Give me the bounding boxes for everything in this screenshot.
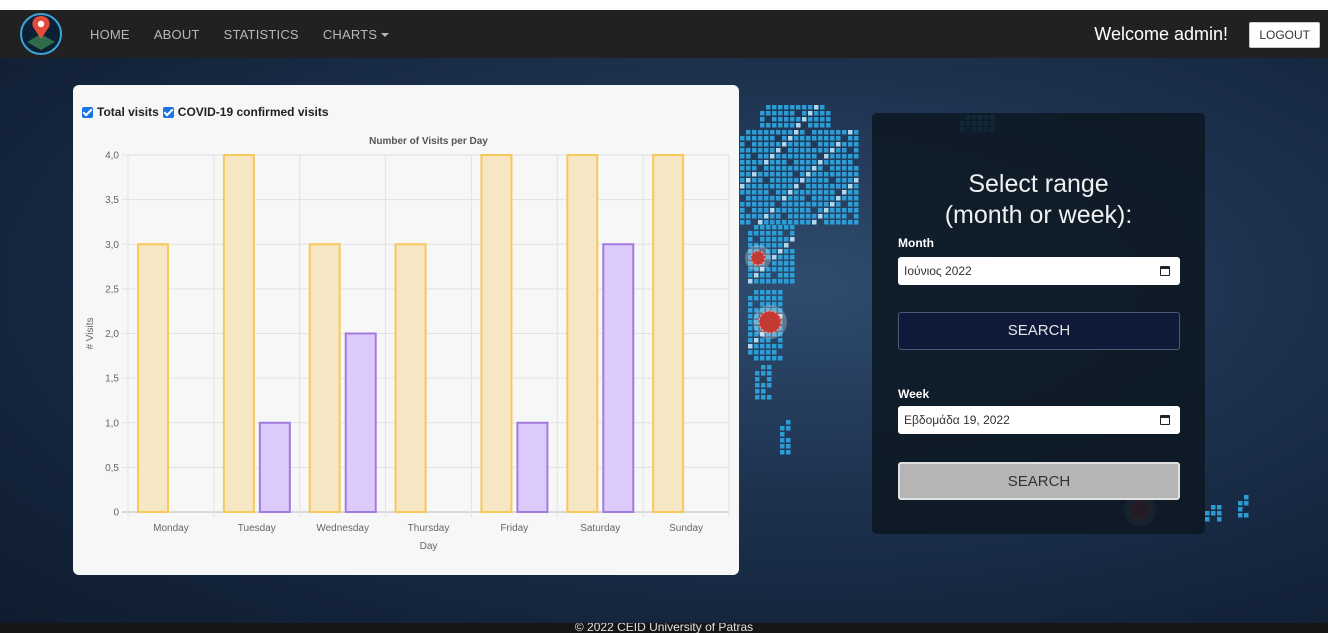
- bar-total[interactable]: [308, 243, 341, 513]
- bar-total[interactable]: [652, 154, 685, 513]
- y-tick-label: 4,0: [105, 151, 119, 162]
- calendar-icon[interactable]: [1160, 415, 1170, 425]
- y-tick-label: 1,0: [105, 418, 119, 429]
- bar-total[interactable]: [394, 243, 427, 513]
- x-tick-label: Wednesday: [316, 523, 369, 534]
- calendar-icon[interactable]: [1160, 266, 1170, 276]
- y-tick-label: 2,5: [105, 284, 119, 295]
- x-tick-label: Monday: [153, 523, 189, 534]
- virus-icon: [758, 310, 782, 334]
- bar-total[interactable]: [566, 154, 599, 513]
- y-tick-label: 3,0: [105, 240, 119, 251]
- x-tick-label: Tuesday: [238, 523, 276, 534]
- footer: © 2022 CEID University of Patras: [0, 623, 1328, 633]
- week-label: Week: [898, 387, 930, 401]
- chart-title: Number of Visits per Day: [369, 136, 488, 147]
- app-logo[interactable]: [19, 12, 63, 56]
- logout-button[interactable]: LOGOUT: [1249, 22, 1320, 48]
- welcome-message: Welcome admin!: [1094, 24, 1228, 44]
- navbar: HOME ABOUT STATISTICS CHARTS Welcome adm…: [0, 0, 1328, 58]
- bar-total[interactable]: [137, 243, 169, 513]
- week-value: Εβδομάδα 19, 2022: [904, 413, 1010, 427]
- bar-covid[interactable]: [602, 243, 635, 513]
- week-search-button[interactable]: SEARCH: [898, 462, 1180, 500]
- nav-charts-dropdown[interactable]: CHARTS: [322, 26, 390, 42]
- month-search-button[interactable]: SEARCH: [898, 312, 1180, 350]
- range-title: Select range (month or week):: [872, 169, 1205, 231]
- month-label: Month: [898, 236, 934, 250]
- bar-total[interactable]: [480, 154, 513, 513]
- x-tick-label: Friday: [500, 523, 528, 534]
- x-tick-label: Thursday: [408, 523, 450, 534]
- caret-down-icon: [381, 33, 390, 38]
- x-tick-label: Saturday: [580, 523, 620, 534]
- chart-card: Total visits COVID-19 confirmed visits N…: [73, 85, 739, 575]
- nav-about[interactable]: ABOUT: [154, 27, 200, 42]
- y-tick-label: 3,5: [105, 195, 119, 206]
- range-title-line2: (month or week):: [944, 201, 1133, 229]
- week-input[interactable]: Εβδομάδα 19, 2022: [898, 406, 1180, 434]
- y-axis-label: # Visits: [85, 317, 96, 349]
- range-panel: Select range (month or week): Month Ιούν…: [872, 113, 1205, 534]
- bar-covid[interactable]: [516, 421, 549, 513]
- footer-text: © 2022 CEID University of Patras: [574, 623, 754, 633]
- y-tick-label: 1,5: [105, 374, 119, 385]
- y-tick-label: 0,5: [105, 463, 119, 474]
- nav-home[interactable]: HOME: [90, 27, 130, 42]
- nav-charts-label: CHARTS: [322, 26, 378, 42]
- month-value: Ιούνιος 2022: [904, 264, 972, 278]
- x-axis-label: Day: [420, 541, 438, 552]
- bar-covid[interactable]: [344, 332, 377, 513]
- bar-total[interactable]: [222, 154, 255, 513]
- visits-bar-chart: Number of Visits per Day 0 0,5 1,0 1,5 2,0 2,5…: [85, 136, 730, 552]
- x-tick-label: Sunday: [669, 523, 703, 534]
- month-input[interactable]: Ιούνιος 2022: [898, 257, 1180, 285]
- y-tick-label: 2,0: [105, 329, 119, 340]
- range-title-line1: Select range: [968, 170, 1109, 198]
- nav-statistics[interactable]: STATISTICS: [224, 27, 299, 42]
- y-tick-label: 0: [113, 508, 119, 519]
- bar-covid[interactable]: [258, 421, 291, 513]
- virus-icon: [750, 250, 766, 266]
